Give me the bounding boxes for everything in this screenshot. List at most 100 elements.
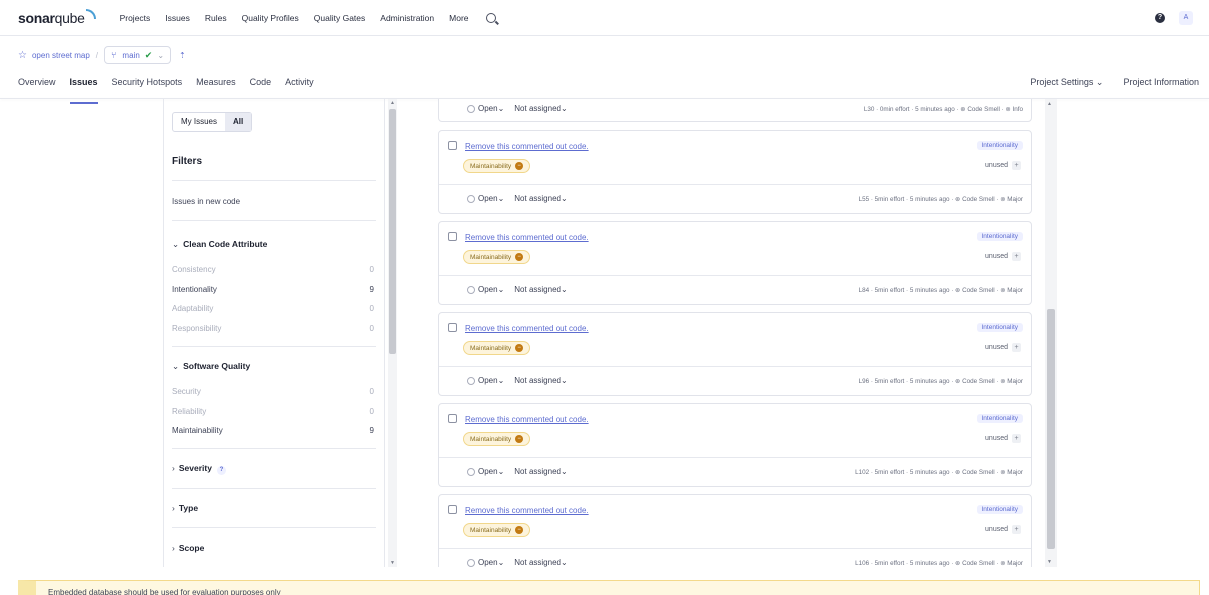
assignee-dropdown[interactable]: Not assigned: [514, 376, 561, 385]
issue-card: Remove this commented out code. Intentio…: [438, 130, 1032, 214]
issue-status: Open ⌄ Not assigned ⌄: [467, 467, 568, 476]
issue-title-link[interactable]: Remove this commented out code.: [465, 142, 589, 151]
issue-checkbox[interactable]: [448, 232, 457, 241]
clean-code-attribute-badge[interactable]: Intentionality: [976, 505, 1023, 514]
issue-title-link[interactable]: Remove this commented out code.: [465, 506, 589, 515]
project-name[interactable]: open street map: [32, 51, 90, 60]
filter-label: Maintainability: [172, 426, 223, 435]
issue-meta: L55 · 5min effort · 5 minutes ago · ⊛ Co…: [858, 196, 1023, 203]
search-icon[interactable]: [485, 12, 496, 23]
tag-selector[interactable]: unused +: [985, 161, 1021, 170]
sonarqube-logo[interactable]: sonar qube: [18, 8, 96, 26]
breadcrumb-separator: /: [95, 50, 99, 60]
divider: [439, 548, 1031, 549]
scroll-up-icon[interactable]: ▲: [390, 100, 395, 106]
severity-header[interactable]: › Severity?: [172, 463, 226, 475]
issues-scrollbar[interactable]: ▲ ▼: [1045, 99, 1057, 567]
branch-selector[interactable]: ⑂ main ✔ ⌄: [104, 46, 172, 64]
chevron-right-icon: ›: [172, 543, 175, 553]
assignee-dropdown[interactable]: Not assigned: [514, 194, 561, 203]
issue-card: Remove this commented out code. Intentio…: [438, 494, 1032, 567]
software-quality-badge[interactable]: Maintainability −: [463, 250, 531, 264]
project-information-link[interactable]: Project Information: [1123, 77, 1199, 88]
software-quality-badge[interactable]: Maintainability −: [463, 159, 531, 173]
issue-title-link[interactable]: Remove this commented out code.: [465, 233, 589, 242]
filter-intentionality[interactable]: Intentionality 9: [172, 285, 374, 294]
nav-more[interactable]: More: [449, 13, 468, 23]
nav-projects[interactable]: Projects: [120, 13, 151, 23]
filter-consistency[interactable]: Consistency 0: [172, 265, 374, 274]
filter-adaptability[interactable]: Adaptability 0: [172, 304, 374, 313]
filter-security[interactable]: Security 0: [172, 387, 374, 396]
software-quality-header[interactable]: ⌄ Software Quality: [172, 361, 250, 372]
assignee-dropdown[interactable]: Not assigned: [514, 285, 561, 294]
nav-administration[interactable]: Administration: [380, 13, 434, 23]
divider: [172, 488, 376, 489]
clean-code-attribute-badge[interactable]: Intentionality: [976, 414, 1023, 423]
clean-code-attribute-badge[interactable]: Intentionality: [976, 323, 1023, 332]
chevron-down-icon: ⌄: [172, 361, 180, 371]
scrollbar-thumb[interactable]: [389, 109, 396, 354]
issue-checkbox[interactable]: [448, 414, 457, 423]
issue-title-link[interactable]: Remove this commented out code.: [465, 415, 589, 424]
software-quality-badge[interactable]: Maintainability −: [463, 341, 531, 355]
tab-code[interactable]: Code: [250, 77, 272, 97]
severity-icon: −: [515, 435, 524, 443]
issue-title-link[interactable]: Remove this commented out code.: [465, 324, 589, 333]
all-issues-button[interactable]: All: [225, 113, 252, 131]
nav-quality-gates[interactable]: Quality Gates: [314, 13, 366, 23]
filter-scrollbar[interactable]: ▲ ▼: [388, 99, 397, 567]
scrollbar-thumb[interactable]: [1047, 309, 1055, 549]
tab-activity[interactable]: Activity: [285, 77, 314, 97]
status-dropdown[interactable]: Open: [478, 376, 498, 385]
tag-selector[interactable]: unused +: [985, 343, 1021, 352]
filter-reliability[interactable]: Reliability 0: [172, 407, 374, 416]
clean-code-attribute-header[interactable]: ⌄ Clean Code Attribute: [172, 239, 267, 250]
tab-overview[interactable]: Overview: [18, 77, 56, 97]
filter-count: 9: [369, 426, 374, 435]
tag-selector[interactable]: unused +: [985, 434, 1021, 443]
type-header[interactable]: › Type: [172, 503, 198, 513]
star-icon[interactable]: ☆: [18, 50, 27, 61]
issues-in-new-code-filter[interactable]: Issues in new code: [172, 197, 240, 206]
tab-issues[interactable]: Issues: [69, 77, 98, 104]
assignee-dropdown[interactable]: Not assigned: [514, 558, 561, 567]
help-icon[interactable]: ?: [1155, 13, 1165, 23]
assignee-dropdown[interactable]: Not assigned: [514, 104, 561, 113]
issue-checkbox[interactable]: [448, 323, 457, 332]
clean-code-attribute-badge[interactable]: Intentionality: [976, 232, 1023, 241]
issue-card: Remove this commented out code. Intentio…: [438, 312, 1032, 396]
status-dropdown[interactable]: Open: [478, 285, 498, 294]
tab-measures[interactable]: Measures: [196, 77, 236, 97]
nav-rules[interactable]: Rules: [205, 13, 227, 23]
branch-info-icon[interactable]: ⇡: [179, 51, 186, 60]
status-dropdown[interactable]: Open: [478, 104, 498, 113]
add-tag-icon: +: [1012, 161, 1021, 170]
filter-maintainability[interactable]: Maintainability 9: [172, 426, 374, 435]
issue-checkbox[interactable]: [448, 141, 457, 150]
avatar[interactable]: A: [1179, 11, 1193, 25]
tag-selector[interactable]: unused +: [985, 252, 1021, 261]
software-quality-badge[interactable]: Maintainability −: [463, 523, 531, 537]
status-dropdown[interactable]: Open: [478, 467, 498, 476]
tab-security-hotspots[interactable]: Security Hotspots: [112, 77, 183, 97]
issue-status: Open ⌄ Not assigned ⌄: [467, 376, 568, 385]
scroll-down-icon[interactable]: ▼: [390, 560, 395, 566]
filter-responsibility[interactable]: Responsibility 0: [172, 324, 374, 333]
tag-selector[interactable]: unused +: [985, 525, 1021, 534]
help-icon[interactable]: ?: [216, 466, 226, 475]
my-issues-button[interactable]: My Issues: [173, 113, 225, 131]
status-dropdown[interactable]: Open: [478, 558, 498, 567]
software-quality-badge[interactable]: Maintainability −: [463, 432, 531, 446]
project-settings-link[interactable]: Project Settings ⌄: [1030, 77, 1103, 88]
issue-checkbox[interactable]: [448, 505, 457, 514]
scroll-up-icon[interactable]: ▲: [1047, 101, 1052, 107]
nav-quality-profiles[interactable]: Quality Profiles: [242, 13, 299, 23]
scope-header[interactable]: › Scope: [172, 543, 204, 553]
status-dropdown[interactable]: Open: [478, 194, 498, 203]
assignee-dropdown[interactable]: Not assigned: [514, 467, 561, 476]
nav-issues[interactable]: Issues: [165, 13, 190, 23]
scroll-down-icon[interactable]: ▼: [1047, 559, 1052, 565]
clean-code-attribute-badge[interactable]: Intentionality: [976, 141, 1023, 150]
filter-count: 9: [369, 285, 374, 294]
